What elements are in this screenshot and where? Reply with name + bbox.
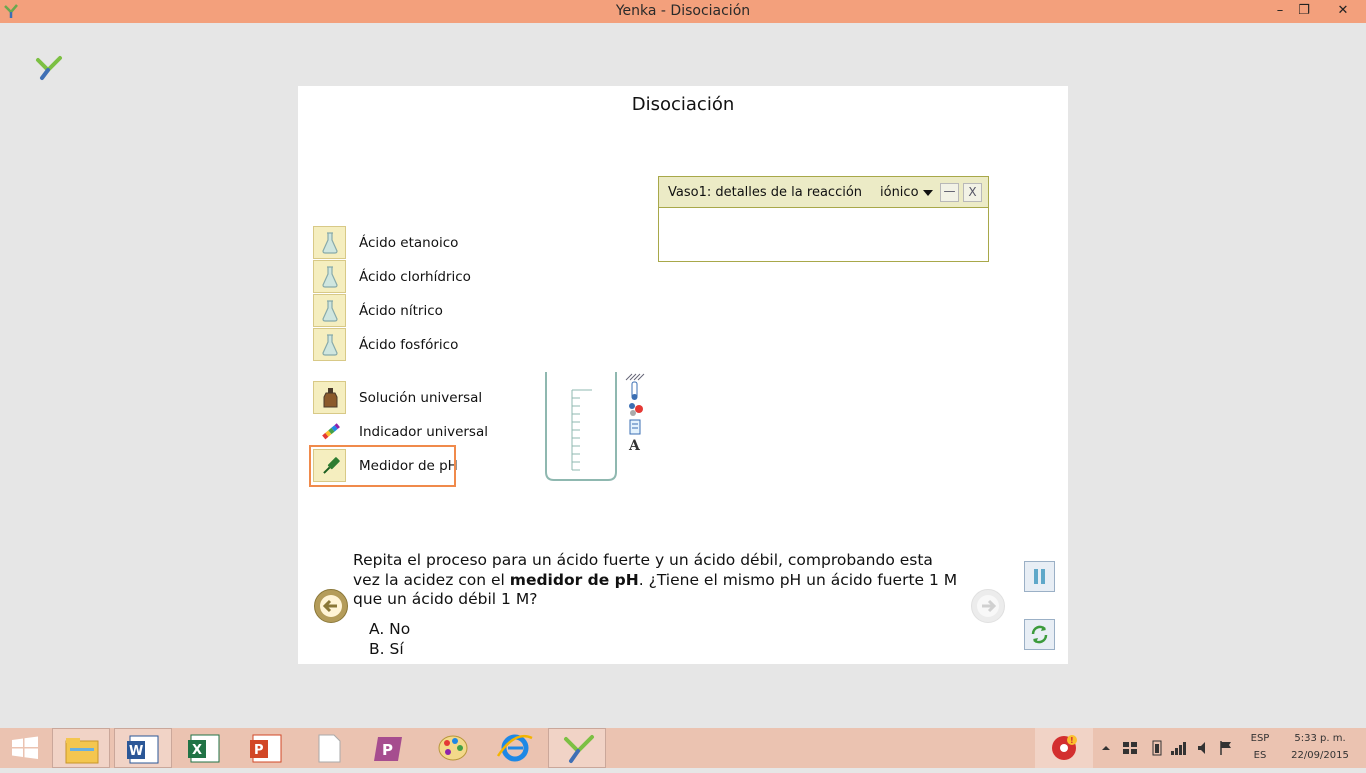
chevron-down-icon[interactable] xyxy=(923,190,933,196)
taskbar-powerpoint[interactable]: P xyxy=(238,728,296,768)
close-panel-button[interactable]: X xyxy=(963,183,982,202)
tool-label: Solución universal xyxy=(359,390,483,406)
back-button[interactable] xyxy=(314,589,348,623)
start-button[interactable] xyxy=(0,728,50,768)
text-tool-icon[interactable]: A xyxy=(628,438,641,454)
reaction-mode-select[interactable]: iónico xyxy=(880,185,919,200)
keyboard-layout-indicator[interactable]: ES xyxy=(1244,750,1276,761)
chemical-item-acido-nitrico[interactable]: Ácido nítrico xyxy=(313,294,513,327)
restore-button[interactable]: ❐ xyxy=(1289,0,1319,22)
chemical-label: Ácido fosfórico xyxy=(359,337,459,353)
arrow-right-icon xyxy=(977,595,999,617)
yenka-icon xyxy=(564,735,594,763)
window-title: Yenka - Disociación xyxy=(615,3,751,19)
title-bar: Yenka - Disociación – ❐ ✕ xyxy=(0,0,1366,23)
pause-icon xyxy=(1034,569,1045,584)
chemical-item-acido-clorhidrico[interactable]: Ácido clorhídrico xyxy=(313,260,513,293)
battery-icon[interactable] xyxy=(1150,740,1164,756)
clock-time[interactable]: 5:33 p. m. xyxy=(1284,733,1356,744)
close-button[interactable]: ✕ xyxy=(1320,0,1366,22)
taskbar-powerpoint-viewer[interactable]: P xyxy=(362,728,420,768)
indicator-strip-icon[interactable] xyxy=(313,415,346,448)
next-button[interactable] xyxy=(971,589,1005,623)
svg-text:P: P xyxy=(382,741,393,759)
hatch-icon[interactable] xyxy=(625,373,645,381)
chemical-label: Ácido nítrico xyxy=(359,303,443,319)
question-emphasis: medidor de pH xyxy=(509,570,639,589)
flask-icon[interactable] xyxy=(313,328,346,361)
taskbar-notepad[interactable] xyxy=(300,728,358,768)
beaker[interactable] xyxy=(544,372,618,482)
svg-text:P: P xyxy=(254,743,264,758)
taskbar-file-explorer[interactable] xyxy=(52,728,110,768)
svg-text:X: X xyxy=(192,743,202,758)
bottle-icon[interactable] xyxy=(313,381,346,414)
beaker-tools: A xyxy=(625,373,645,454)
thermometer-icon[interactable] xyxy=(631,381,638,400)
clock-date[interactable]: 22/09/2015 xyxy=(1284,750,1356,761)
answer-list: A. No B. Sí xyxy=(369,620,410,659)
taskbar-excel[interactable]: X xyxy=(176,728,234,768)
antivirus-icon: ! xyxy=(1052,735,1077,760)
tool-item-indicador-universal[interactable]: Indicador universal xyxy=(313,415,513,448)
notes-icon[interactable] xyxy=(629,419,641,435)
tool-label: Indicador universal xyxy=(359,424,488,440)
yenka-menu-icon[interactable] xyxy=(35,54,63,82)
excel-icon: X xyxy=(188,734,220,763)
molecule-icon[interactable] xyxy=(629,403,643,416)
language-indicator[interactable]: ESP xyxy=(1244,733,1276,744)
arrow-left-icon xyxy=(320,595,342,617)
taskbar-word[interactable]: W xyxy=(114,728,172,768)
chemical-item-acido-fosforico[interactable]: Ácido fosfórico xyxy=(313,328,513,361)
pause-button[interactable] xyxy=(1024,561,1055,592)
reaction-details-window[interactable]: Vaso1: detalles de la reacción iónico — … xyxy=(658,176,989,262)
internet-explorer-icon xyxy=(496,734,533,762)
powerpoint-viewer-icon: P xyxy=(374,737,402,761)
chevron-up-icon[interactable] xyxy=(1100,742,1112,754)
volume-icon[interactable] xyxy=(1196,740,1210,756)
file-explorer-icon xyxy=(65,738,99,764)
chemical-label: Ácido clorhídrico xyxy=(359,269,471,285)
page-title: Disociación xyxy=(631,94,735,115)
chemical-label: Ácido etanoico xyxy=(359,235,459,251)
tool-item-solucion-universal[interactable]: Solución universal xyxy=(313,381,513,414)
simulation-panel: Disociación Vaso1: detalles de la reacci… xyxy=(298,86,1068,664)
flag-icon[interactable] xyxy=(1218,740,1234,756)
taskbar-internet-explorer[interactable] xyxy=(486,728,544,768)
reaction-details-label: Vaso1: detalles de la reacción xyxy=(668,185,863,200)
reaction-details-header[interactable]: Vaso1: detalles de la reacción iónico — … xyxy=(659,177,988,208)
taskbar-yenka[interactable] xyxy=(548,728,606,768)
powerpoint-icon: P xyxy=(250,734,282,763)
chemical-item-acido-etanoico[interactable]: Ácido etanoico xyxy=(313,226,513,259)
selection-highlight xyxy=(309,445,456,487)
network-icon[interactable] xyxy=(1170,740,1188,756)
reset-button[interactable] xyxy=(1024,619,1055,650)
flask-icon[interactable] xyxy=(313,260,346,293)
flask-icon[interactable] xyxy=(313,226,346,259)
answer-option-a[interactable]: A. No xyxy=(369,620,410,640)
flask-icon[interactable] xyxy=(313,294,346,327)
question-text: Repita el proceso para un ácido fuerte y… xyxy=(353,551,963,610)
windows-start-icon xyxy=(12,736,38,759)
action-center-icon[interactable] xyxy=(1122,740,1138,756)
paint-icon xyxy=(438,735,468,761)
tray-antivirus[interactable]: ! xyxy=(1035,728,1093,768)
refresh-icon xyxy=(1031,625,1048,644)
taskbar: W X P P ! ESP ES 5:33 p. m. 22/09/2015 xyxy=(0,728,1366,768)
answer-option-b[interactable]: B. Sí xyxy=(369,640,410,660)
svg-text:!: ! xyxy=(1070,736,1074,745)
word-icon: W xyxy=(127,735,159,764)
taskbar-paint[interactable] xyxy=(424,728,482,768)
svg-text:W: W xyxy=(129,744,143,759)
notepad-icon xyxy=(318,734,341,763)
minimize-panel-button[interactable]: — xyxy=(940,183,959,202)
